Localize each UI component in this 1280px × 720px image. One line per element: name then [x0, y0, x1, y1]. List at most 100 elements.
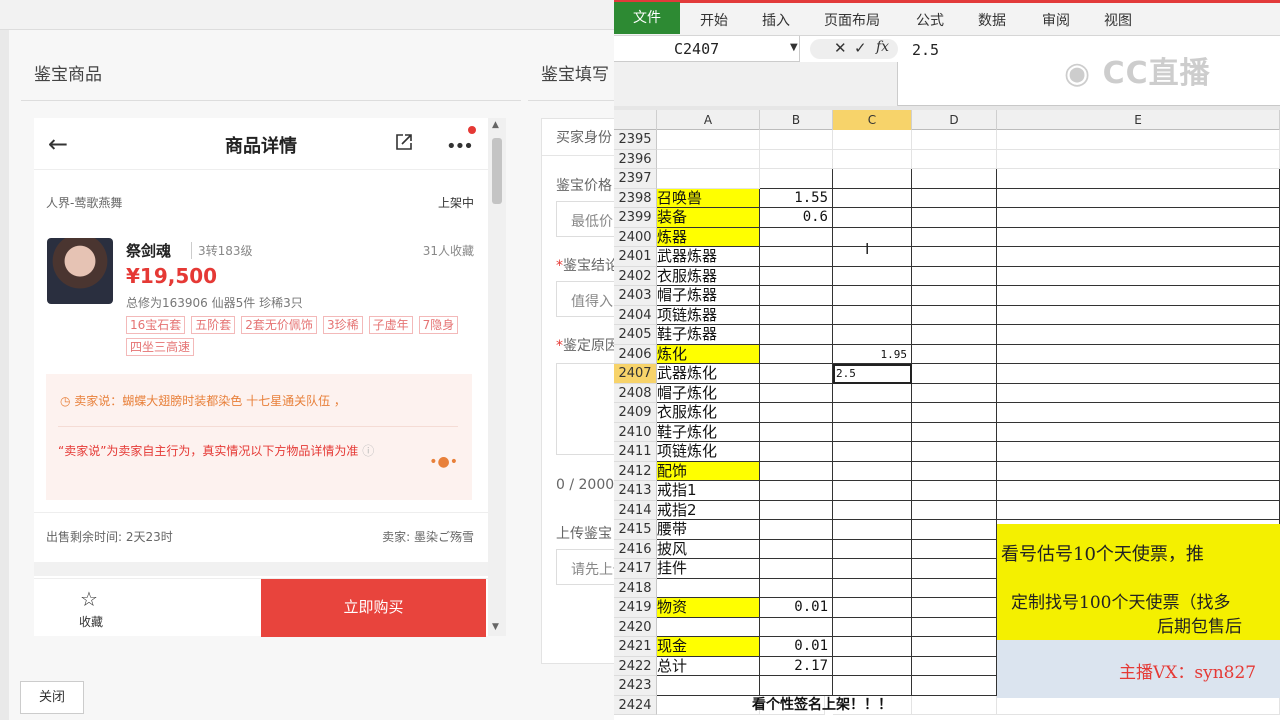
cell-d-2405[interactable]: [912, 325, 997, 345]
cell-d-2407[interactable]: [912, 364, 997, 384]
tab-insert[interactable]: 插入: [762, 10, 790, 30]
cell-b-2410[interactable]: [760, 422, 833, 442]
cell-d-2401[interactable]: [912, 247, 997, 267]
row-header[interactable]: 2421: [614, 637, 657, 657]
cell-e-2408[interactable]: [997, 383, 1280, 403]
row-header[interactable]: 2415: [614, 520, 657, 540]
row-header[interactable]: 2402: [614, 266, 657, 286]
cell-b-2414[interactable]: [760, 500, 833, 520]
cell-d-2403[interactable]: [912, 286, 997, 306]
tab-formulas[interactable]: 公式: [916, 10, 944, 30]
cell-c-2416[interactable]: [833, 539, 912, 559]
scroll-up-icon[interactable]: ▲: [492, 120, 499, 130]
cell-a-2409[interactable]: 衣服炼化: [657, 403, 760, 423]
cell-c-2417[interactable]: [833, 559, 912, 579]
cell-d-2419[interactable]: [912, 598, 997, 618]
tab-data[interactable]: 数据: [978, 10, 1006, 30]
row-header[interactable]: 2416: [614, 539, 657, 559]
col-header-a[interactable]: A: [657, 110, 760, 130]
cell-a-2423[interactable]: [657, 676, 760, 696]
cell-a-2415[interactable]: 腰带: [657, 520, 760, 540]
cell-d-2409[interactable]: [912, 403, 997, 423]
scroll-thumb[interactable]: [492, 138, 502, 204]
cell-c-2419[interactable]: [833, 598, 912, 618]
help-icon[interactable]: ⓘ: [362, 444, 374, 458]
cell-a-2403[interactable]: 帽子炼器: [657, 286, 760, 306]
cell-e-2402[interactable]: [997, 266, 1280, 286]
cell-d-2423[interactable]: [912, 676, 997, 696]
cell-a-2411[interactable]: 项链炼化: [657, 442, 760, 462]
cell-b-2419[interactable]: 0.01: [760, 598, 833, 618]
scroll-down-icon[interactable]: ▼: [492, 622, 499, 632]
row-header[interactable]: 2424: [614, 695, 657, 715]
cell-d-2418[interactable]: [912, 578, 997, 598]
cell-c-2395[interactable]: [833, 130, 912, 150]
row-header[interactable]: 2401: [614, 247, 657, 267]
cell-d-2411[interactable]: [912, 442, 997, 462]
cell-d-2402[interactable]: [912, 266, 997, 286]
cell-d-2404[interactable]: [912, 305, 997, 325]
cell-c-2410[interactable]: [833, 422, 912, 442]
cell-a-2398[interactable]: 召唤兽: [657, 188, 760, 208]
tab-review[interactable]: 审阅: [1042, 10, 1070, 30]
row-header[interactable]: 2417: [614, 559, 657, 579]
cell-a-2412[interactable]: 配饰: [657, 461, 760, 481]
row-header[interactable]: 2409: [614, 403, 657, 423]
cell-c-2424[interactable]: [833, 695, 912, 715]
name-box[interactable]: C2407 ▼: [614, 36, 800, 62]
cell-b-2395[interactable]: [760, 130, 833, 150]
cell-d-2398[interactable]: [912, 188, 997, 208]
cell-c-2420[interactable]: [833, 617, 912, 637]
cell-a-2406[interactable]: 炼化: [657, 344, 760, 364]
cell-e-2406[interactable]: [997, 344, 1280, 364]
cell-c-2412[interactable]: [833, 461, 912, 481]
cell-d-2416[interactable]: [912, 539, 997, 559]
cell-e-2424[interactable]: [997, 695, 1280, 715]
col-header-e[interactable]: E: [997, 110, 1280, 130]
cell-a-2401[interactable]: 武器炼器: [657, 247, 760, 267]
cell-c-2415[interactable]: [833, 520, 912, 540]
cell-b-2399[interactable]: 0.6: [760, 208, 833, 228]
row-header[interactable]: 2410: [614, 422, 657, 442]
row-header[interactable]: 2420: [614, 617, 657, 637]
cell-a-2396[interactable]: [657, 149, 760, 169]
cell-b-2415[interactable]: [760, 520, 833, 540]
cell-e-2405[interactable]: [997, 325, 1280, 345]
cell-b-2401[interactable]: [760, 247, 833, 267]
upload-input[interactable]: 请先上传: [556, 549, 620, 585]
cell-a-2400[interactable]: 炼器: [657, 227, 760, 247]
row-header[interactable]: 2395: [614, 130, 657, 150]
tab-buyer-identity[interactable]: 买家身份: [556, 127, 612, 147]
cell-c-2408[interactable]: [833, 383, 912, 403]
cell-c-2398[interactable]: [833, 188, 912, 208]
cell-e-2412[interactable]: [997, 461, 1280, 481]
cell-c-2404[interactable]: [833, 305, 912, 325]
insert-function-icon[interactable]: fx: [876, 39, 889, 55]
cell-d-2412[interactable]: [912, 461, 997, 481]
cell-e-2397[interactable]: [997, 169, 1280, 189]
cell-e-2410[interactable]: [997, 422, 1280, 442]
row-header[interactable]: 2419: [614, 598, 657, 618]
cell-e-2409[interactable]: [997, 403, 1280, 423]
scrollbar[interactable]: ▲ ▼: [488, 118, 506, 636]
cell-b-2418[interactable]: [760, 578, 833, 598]
cell-e-2399[interactable]: [997, 208, 1280, 228]
cell-a-2404[interactable]: 项链炼器: [657, 305, 760, 325]
cell-b-2398[interactable]: 1.55: [760, 188, 833, 208]
cell-e-2398[interactable]: [997, 188, 1280, 208]
cell-d-2424[interactable]: [912, 695, 997, 715]
cell-b-2406[interactable]: [760, 344, 833, 364]
cell-a-2422[interactable]: 总计: [657, 656, 760, 676]
row-header[interactable]: 2400: [614, 227, 657, 247]
cell-d-2399[interactable]: [912, 208, 997, 228]
cell-b-2420[interactable]: [760, 617, 833, 637]
cell-c-2402[interactable]: [833, 266, 912, 286]
cell-c-2401[interactable]: [833, 247, 912, 267]
cell-c-2413[interactable]: [833, 481, 912, 501]
cell-a-2395[interactable]: [657, 130, 760, 150]
cell-a-2413[interactable]: 戒指1: [657, 481, 760, 501]
tab-file[interactable]: 文件: [614, 2, 680, 34]
cell-b-2412[interactable]: [760, 461, 833, 481]
cell-d-2406[interactable]: [912, 344, 997, 364]
row-header[interactable]: 2408: [614, 383, 657, 403]
